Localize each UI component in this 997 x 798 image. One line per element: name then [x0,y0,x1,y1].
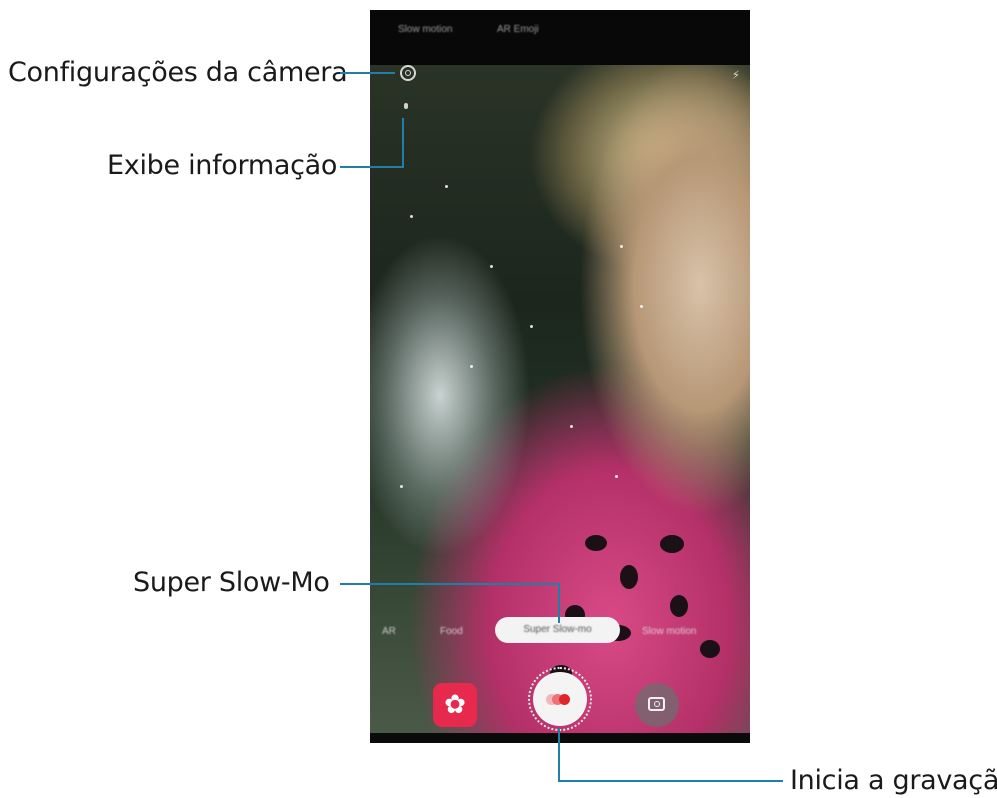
flash-icon[interactable]: ⚡ [732,68,740,82]
switch-camera-lens [654,701,660,707]
water-droplet [490,265,493,268]
swimsuit-spot [585,535,607,551]
callout-start-recording: Inicia a gravação [790,765,997,796]
switch-camera-button[interactable] [635,683,679,727]
tab-slow-motion[interactable]: Slow motion [398,24,452,35]
water-droplet [470,365,473,368]
water-droplet [530,325,533,328]
gallery-thumbnail-icon: ✿ [444,690,466,720]
callout-super-slow-mo: Super Slow-Mo [133,567,330,598]
water-droplet [570,425,573,428]
callout-line-super-slow-mo [340,583,560,585]
swimsuit-spot [660,535,684,553]
callout-line-show-info-vertical [402,118,404,168]
mode-food[interactable]: Food [440,626,463,637]
callout-camera-settings: Configurações da câmera [8,57,348,88]
water-droplet [400,485,403,488]
callout-line-show-info [340,166,404,168]
record-icon-dot [559,694,570,705]
swimsuit-spot [670,595,688,617]
gear-icon[interactable] [400,65,416,81]
top-bar: Slow motion AR Emoji [370,10,750,65]
mode-super-slow-mo-label: Super Slow-mo [523,624,592,635]
water-droplet [410,215,413,218]
callout-line-start-recording [558,780,783,782]
callout-show-info: Exibe informação [107,150,338,181]
swimsuit-spot [620,565,638,589]
callout-line-camera-settings [340,72,395,74]
water-droplet [615,475,618,478]
water-droplet [620,245,623,248]
mode-ar[interactable]: AR [382,626,396,637]
bottom-bar [370,733,750,743]
callout-line-super-slow-mo-vertical [558,583,560,623]
gallery-thumbnail-button[interactable]: ✿ [433,683,477,727]
water-droplet [640,305,643,308]
mode-slow-motion[interactable]: Slow motion [642,626,696,637]
water-droplet [445,185,448,188]
camera-screen: Slow motion AR Emoji ⚡ AR Food Slow moti… [370,10,750,743]
record-button[interactable] [533,672,587,726]
callout-line-start-recording-vertical [558,728,560,781]
info-icon[interactable] [404,103,408,109]
tab-ar-emoji[interactable]: AR Emoji [497,24,539,35]
